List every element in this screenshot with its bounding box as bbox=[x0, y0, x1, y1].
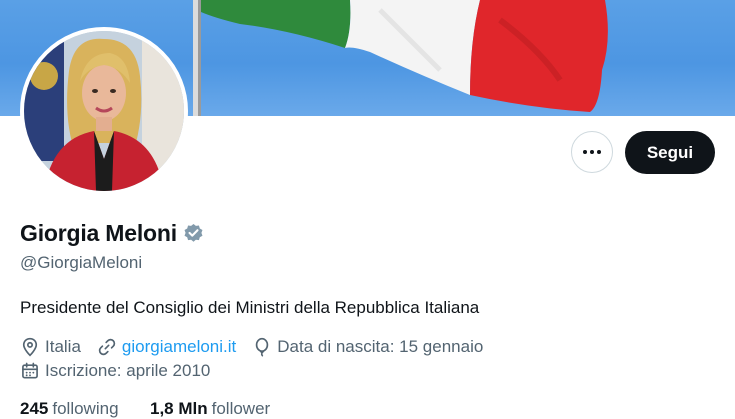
balloon-icon bbox=[256, 337, 269, 357]
display-name: Giorgia Meloni bbox=[20, 220, 177, 246]
user-handle: @GiorgiaMeloni bbox=[20, 253, 143, 272]
joined-text: Iscrizione: aprile 2010 bbox=[45, 361, 211, 380]
more-options-button[interactable] bbox=[571, 131, 613, 173]
profile-name-row: Giorgia Meloni bbox=[20, 220, 204, 247]
following-count: 245 bbox=[20, 399, 49, 418]
followers-count: 1,8 Mln bbox=[150, 399, 208, 418]
followers-label: follower bbox=[211, 399, 271, 418]
profile-avatar[interactable] bbox=[20, 27, 188, 195]
follow-button[interactable]: Segui bbox=[625, 131, 715, 174]
birthday-item: Data di nascita: 15 gennaio bbox=[252, 337, 483, 357]
location-text: Italia bbox=[45, 337, 81, 356]
verified-badge-icon[interactable] bbox=[183, 223, 204, 244]
followers-stat[interactable]: 1,8 Mln follower bbox=[150, 399, 270, 418]
profile-meta-row-2: Iscrizione: aprile 2010 bbox=[20, 361, 226, 381]
location-pin-icon bbox=[22, 337, 38, 357]
link-icon bbox=[98, 338, 116, 356]
birthday-text: Data di nascita: 15 gennaio bbox=[277, 337, 484, 356]
more-horizontal-icon bbox=[583, 150, 601, 154]
calendar-icon bbox=[22, 362, 38, 379]
profile-bio: Presidente del Consiglio dei Ministri de… bbox=[20, 298, 480, 317]
joined-item: Iscrizione: aprile 2010 bbox=[20, 361, 210, 381]
follow-button-label: Segui bbox=[646, 142, 694, 162]
following-stat[interactable]: 245 following bbox=[20, 399, 123, 418]
profile-meta-row: Italia giorgiameloni.it Data di nascita:… bbox=[20, 337, 499, 357]
follow-stats: 245 following 1,8 Mln follower bbox=[20, 399, 270, 419]
location-item: Italia bbox=[20, 337, 81, 357]
avatar-photo bbox=[24, 31, 184, 191]
following-label: following bbox=[52, 399, 119, 418]
website-item[interactable]: giorgiameloni.it bbox=[97, 337, 236, 357]
website-link[interactable]: giorgiameloni.it bbox=[122, 337, 236, 357]
